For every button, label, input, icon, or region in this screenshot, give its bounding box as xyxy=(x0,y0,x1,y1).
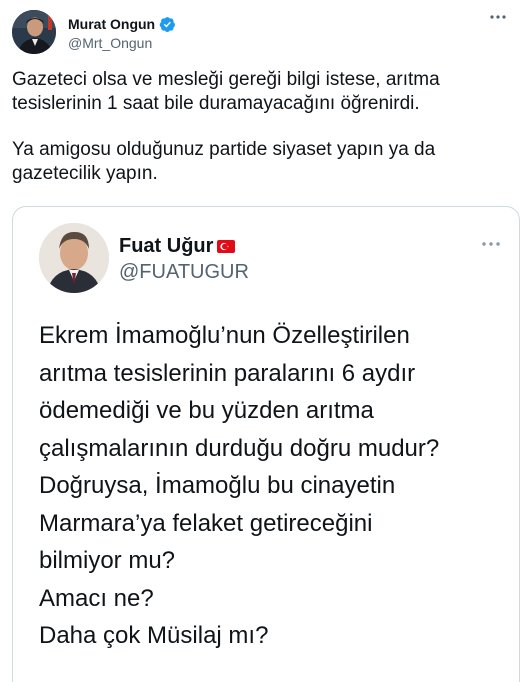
turkey-flag-icon xyxy=(217,240,236,253)
quoted-author-avatar xyxy=(39,223,109,293)
quoted-text-line: bilmiyor mu? xyxy=(39,547,176,574)
quoted-text-line: Daha çok Müsilaj mı? xyxy=(39,622,269,649)
quoted-author-handle: @FUATUGUR xyxy=(119,261,249,283)
quoted-text-line: ödemediği ve bu yüzden arıtma xyxy=(39,397,374,424)
tweet-paragraph: Gazeteci olsa ve mesleği gereği bilgi is… xyxy=(12,69,440,114)
author-name[interactable]: Murat Ongun xyxy=(68,16,155,32)
quoted-screenshot-card[interactable]: Fuat Uğur @FUATUGUR Ekrem İmamoğlu’nun Ö… xyxy=(12,206,520,682)
quoted-text-line: çalışmalarının durduğu doğru mudur? xyxy=(39,434,440,462)
verified-badge-icon xyxy=(159,16,176,33)
quoted-author-info: Fuat Uğur @FUATUGUR xyxy=(119,235,249,284)
quoted-author-name: Fuat Uğur xyxy=(119,235,214,257)
more-dots-icon[interactable] xyxy=(486,10,510,30)
tweet-text: Gazeteci olsa ve mesleği gereği bilgi is… xyxy=(12,68,510,208)
tweet-header: Murat Ongun @Mrt_Ongun xyxy=(12,10,510,54)
more-dots-icon xyxy=(481,233,501,254)
quoted-text-line: Doğruysa, İmamoğlu bu cinayetin xyxy=(39,472,396,499)
tweet: Murat Ongun @Mrt_Ongun Gazeteci olsa ve … xyxy=(0,0,522,682)
author-handle[interactable]: @Mrt_Ongun xyxy=(68,35,176,51)
quoted-text-line: arıtma tesislerinin paralarını 6 aydır xyxy=(39,359,416,387)
quoted-text-line: Ekrem İmamoğlu’nun Özelleştirilen xyxy=(39,322,410,349)
quoted-text-line: Amacı ne? xyxy=(39,584,154,612)
quoted-text-line: Marmara’ya felaket getireceğini xyxy=(39,509,373,537)
author-info: Murat Ongun @Mrt_Ongun xyxy=(68,15,176,51)
tweet-paragraph: Ya amigosu olduğunuz partide siyaset yap… xyxy=(12,139,436,184)
quoted-tweet-text: Ekrem İmamoğlu’nun Özelleştirilen arıtma… xyxy=(39,317,509,655)
author-avatar[interactable] xyxy=(12,10,56,54)
